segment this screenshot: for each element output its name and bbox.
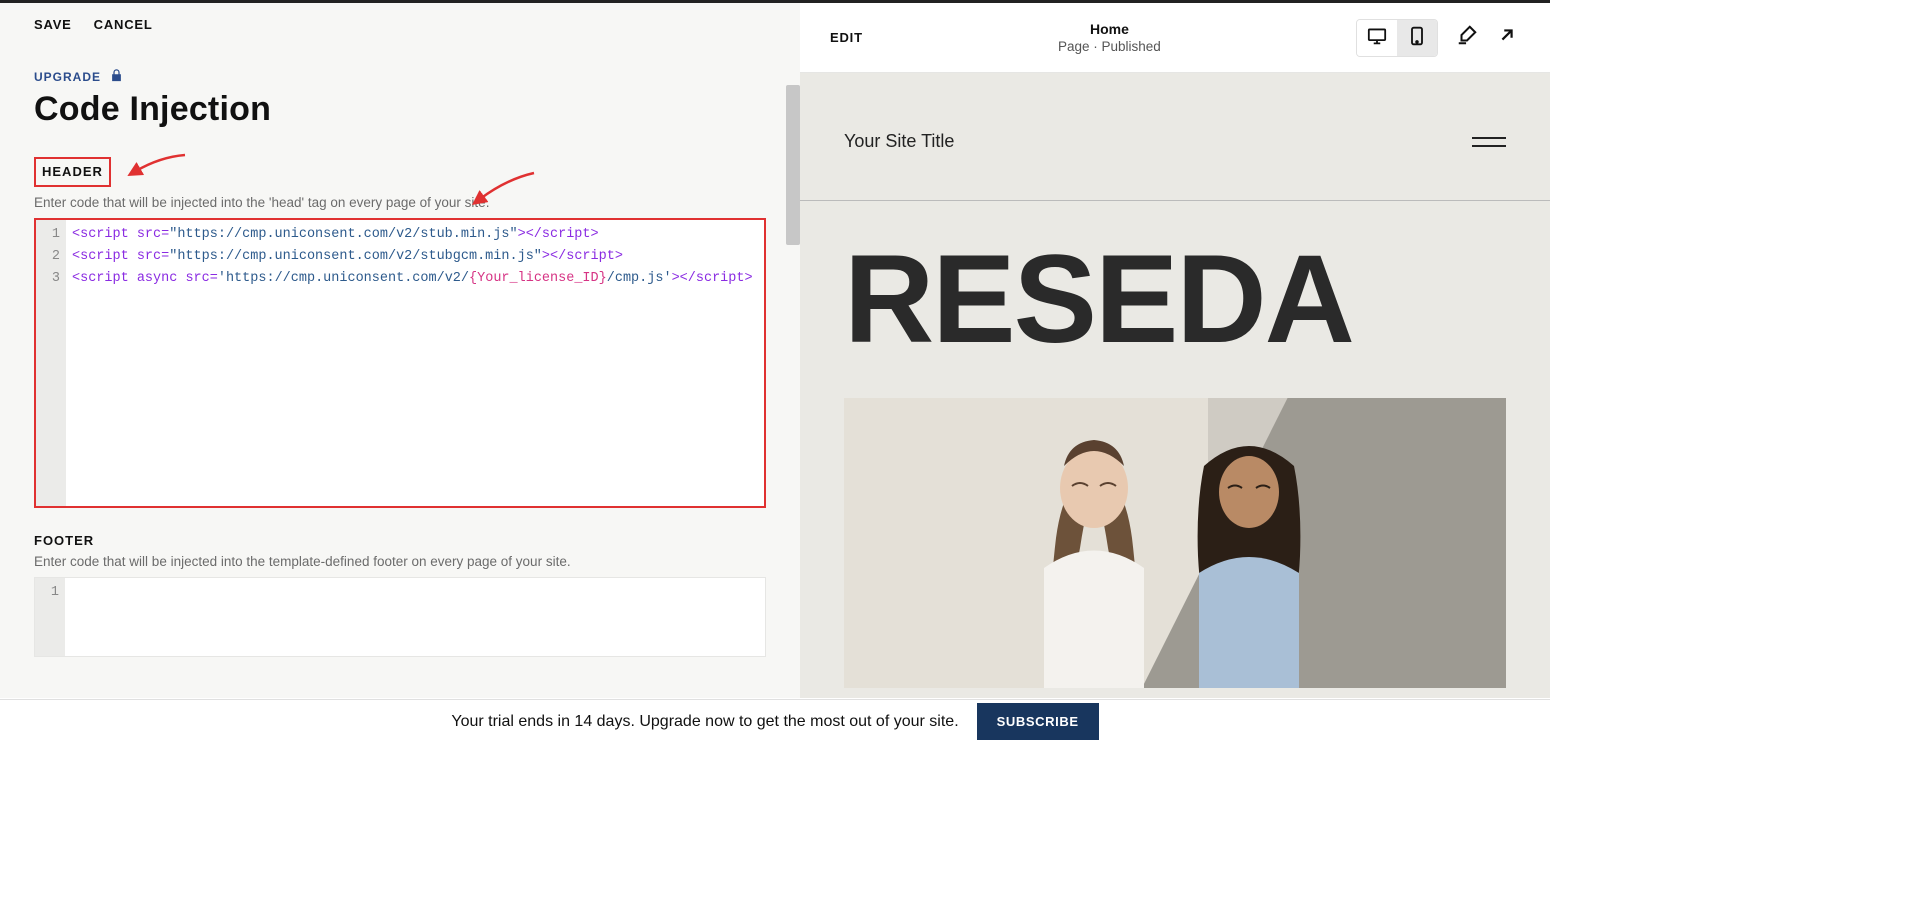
trial-banner: Your trial ends in 14 days. Upgrade now … (0, 699, 1550, 743)
preview-body: Your Site Title RESEDA (800, 73, 1550, 698)
brush-icon[interactable] (1456, 24, 1478, 51)
desktop-icon (1367, 27, 1387, 48)
footer-section-label: FOOTER (34, 533, 94, 548)
mobile-view-button[interactable] (1397, 20, 1437, 56)
cancel-button[interactable]: CANCEL (94, 17, 153, 32)
code-line[interactable]: <script src="https://cmp.uniconsent.com/… (72, 246, 758, 268)
preview-page-name: Home (863, 21, 1356, 37)
code-line[interactable]: <script async src='https://cmp.uniconsen… (72, 268, 758, 290)
save-button[interactable]: SAVE (34, 17, 72, 32)
footer-section: FOOTER Enter code that will be injected … (34, 532, 766, 657)
subscribe-button[interactable]: SUBSCRIBE (977, 703, 1099, 740)
hamburger-menu[interactable] (1472, 137, 1506, 147)
site-title[interactable]: Your Site Title (844, 131, 954, 152)
footer-section-desc: Enter code that will be injected into th… (34, 554, 766, 569)
edit-button[interactable]: EDIT (830, 30, 863, 45)
code-line[interactable] (71, 582, 759, 604)
preview-tools (1356, 19, 1518, 57)
person-illustration-2 (1144, 408, 1354, 688)
hero-text: RESEDA (800, 201, 1550, 362)
preview-panel: EDIT Home Page · Published (800, 3, 1550, 698)
code-line[interactable]: <script src="https://cmp.uniconsent.com/… (72, 224, 758, 246)
scrollbar-left[interactable] (786, 85, 800, 245)
header-label-highlight: HEADER (34, 157, 111, 187)
desktop-view-button[interactable] (1357, 20, 1397, 56)
panel-actions: SAVE CANCEL (0, 3, 800, 32)
footer-code-editor[interactable]: 1 (34, 577, 766, 657)
preview-header: EDIT Home Page · Published (800, 3, 1550, 73)
settings-panel: SAVE CANCEL UPGRADE Code Injection HEADE… (0, 3, 800, 698)
code-lines[interactable] (65, 578, 765, 656)
page-title: Code Injection (34, 90, 766, 129)
trial-text: Your trial ends in 14 days. Upgrade now … (451, 713, 958, 731)
upgrade-row[interactable]: UPGRADE (34, 68, 766, 86)
lock-icon (109, 68, 124, 86)
mobile-icon (1410, 26, 1424, 49)
external-link-icon[interactable] (1496, 24, 1518, 51)
annotation-arrow-1 (130, 151, 190, 186)
upgrade-label: UPGRADE (34, 70, 101, 84)
preview-page-info: Home Page · Published (863, 21, 1356, 54)
site-header: Your Site Title (800, 73, 1550, 200)
code-gutter: 1 (35, 578, 65, 656)
code-lines[interactable]: <script src="https://cmp.uniconsent.com/… (66, 220, 764, 506)
hero-image (844, 398, 1506, 688)
device-toggle (1356, 19, 1438, 57)
header-section: HEADER Enter code that will be injected … (34, 157, 766, 508)
header-section-desc: Enter code that will be injected into th… (34, 195, 766, 210)
header-code-editor[interactable]: 123 <script src="https://cmp.uniconsent.… (34, 218, 766, 508)
preview-page-meta: Page · Published (863, 39, 1356, 54)
header-section-label: HEADER (42, 164, 103, 179)
code-gutter: 123 (36, 220, 66, 506)
